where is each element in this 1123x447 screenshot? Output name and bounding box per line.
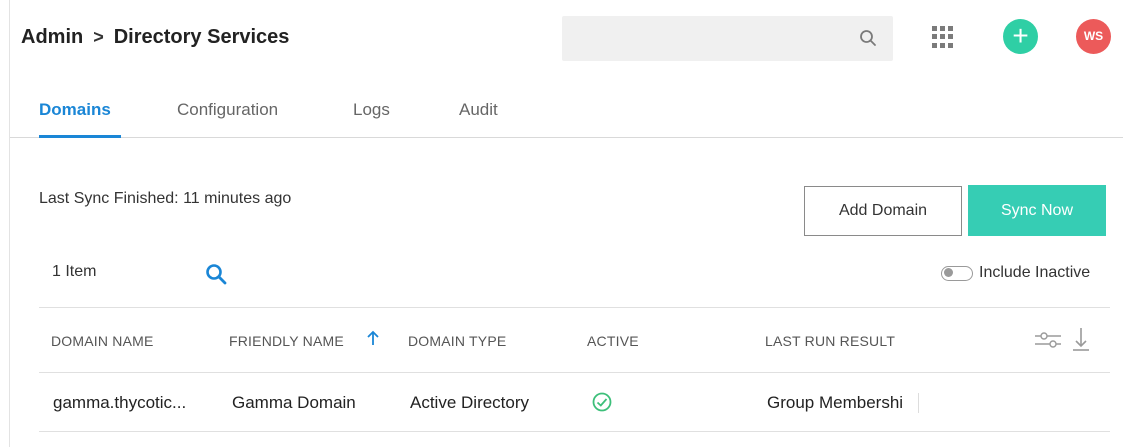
- tab-configuration[interactable]: Configuration: [177, 100, 278, 138]
- breadcrumb-current: Directory Services: [113, 26, 290, 48]
- search-icon[interactable]: [859, 29, 877, 47]
- include-inactive-toggle[interactable]: [941, 265, 973, 281]
- tab-domains[interactable]: Domains: [39, 100, 121, 138]
- add-button[interactable]: +: [1003, 19, 1038, 54]
- include-inactive-control: Include Inactive: [941, 264, 1090, 282]
- last-sync-status: Last Sync Finished: 11 minutes ago: [39, 190, 292, 207]
- breadcrumb-separator: >: [93, 27, 104, 47]
- domains-table: DOMAIN NAME FRIENDLY NAME DOMAIN TYPE AC…: [39, 307, 1110, 432]
- cell-domain-type: Active Directory: [410, 393, 530, 412]
- item-count: 1 Item: [52, 263, 97, 280]
- search-icon[interactable]: [205, 263, 227, 285]
- tab-logs[interactable]: Logs: [353, 100, 390, 138]
- user-avatar[interactable]: WS: [1076, 19, 1111, 54]
- sync-now-button[interactable]: Sync Now: [968, 185, 1106, 236]
- column-header-last-run-result[interactable]: LAST RUN RESULT: [765, 333, 895, 349]
- apps-grid-icon[interactable]: [932, 26, 954, 48]
- breadcrumb: Admin > Directory Services: [21, 26, 289, 49]
- breadcrumb-root[interactable]: Admin: [21, 26, 83, 49]
- column-header-friendly-name[interactable]: FRIENDLY NAME: [229, 333, 344, 349]
- plus-icon: +: [1012, 20, 1029, 51]
- cell-last-run-result: Group Membershi: [767, 393, 919, 413]
- column-header-domain-type[interactable]: DOMAIN TYPE: [408, 333, 506, 349]
- sort-ascending-icon[interactable]: [366, 330, 380, 346]
- tab-audit[interactable]: Audit: [459, 100, 498, 138]
- table-row[interactable]: gamma.thycotic... Gamma Domain Active Di…: [39, 373, 1110, 432]
- cell-friendly-name: Gamma Domain: [232, 393, 356, 412]
- download-icon[interactable]: [1071, 326, 1091, 352]
- global-search: [562, 16, 893, 61]
- active-check-icon: [592, 392, 612, 412]
- include-inactive-label: Include Inactive: [979, 264, 1091, 281]
- add-domain-button[interactable]: Add Domain: [804, 186, 962, 236]
- tab-bar: Domains Configuration Logs Audit: [10, 80, 1123, 138]
- column-header-active[interactable]: ACTIVE: [587, 333, 639, 349]
- table-header: DOMAIN NAME FRIENDLY NAME DOMAIN TYPE AC…: [39, 307, 1110, 373]
- header: Admin > Directory Services + WS: [10, 0, 1123, 78]
- column-settings-icon[interactable]: [1034, 330, 1062, 350]
- column-header-domain-name[interactable]: DOMAIN NAME: [51, 333, 154, 349]
- cell-domain-name[interactable]: gamma.thycotic...: [53, 393, 186, 413]
- search-input[interactable]: [562, 16, 842, 61]
